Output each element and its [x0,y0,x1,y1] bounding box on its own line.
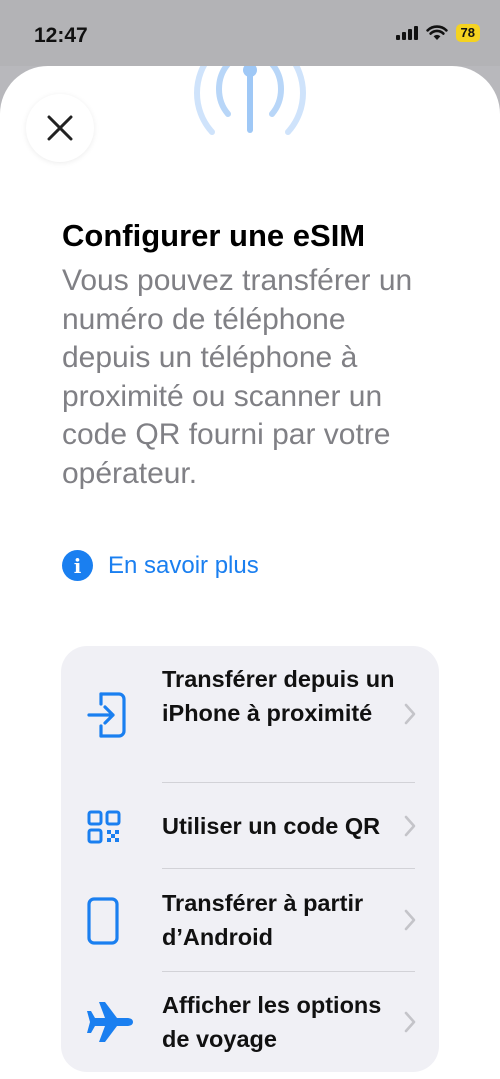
option-use-qr-code[interactable]: Utiliser un code QR [61,783,439,869]
status-bar: 12:47 78 [0,0,500,66]
option-travel-options[interactable]: Afficher les options de voyage [61,972,439,1072]
status-time: 12:47 [34,24,88,47]
status-icons: 78 [395,24,480,42]
option-transfer-nearby-iphone[interactable]: Transférer depuis un iPhone à proximité [61,646,439,782]
learn-more-label: En savoir plus [108,551,259,579]
option-label: Afficher les options de voyage [162,992,382,1052]
airplane-icon [87,1002,133,1042]
chevron-right-icon [404,815,416,837]
page-description: Vous pouvez transférer un numéro de télé… [62,264,413,490]
option-transfer-from-android[interactable]: Transférer à partir d’Android [61,869,439,971]
esim-setup-sheet: Configurer une eSIM Vous pouvez transfér… [0,66,500,1079]
cellular-signal-icon [395,26,418,40]
page-title: Configurer une eSIM [62,218,366,253]
qr-code-icon [87,810,121,844]
wifi-icon [425,25,448,40]
option-label: Utiliser un code QR [162,813,381,839]
antenna-icon [194,66,306,135]
phone-icon [87,897,119,945]
learn-more-link[interactable]: i En savoir plus [62,550,259,581]
setup-options-list: Transférer depuis un iPhone à proximité … [61,646,439,1072]
chevron-right-icon [404,703,416,725]
close-icon [47,115,73,141]
option-label: Transférer à partir d’Android [162,890,364,950]
close-button[interactable] [26,94,94,162]
chevron-right-icon [404,1011,416,1033]
option-label: Transférer depuis un iPhone à proximité [162,666,395,726]
info-icon: i [62,550,93,581]
transfer-phone-icon [87,692,126,738]
battery-indicator: 78 [455,24,480,42]
chevron-right-icon [404,909,416,931]
